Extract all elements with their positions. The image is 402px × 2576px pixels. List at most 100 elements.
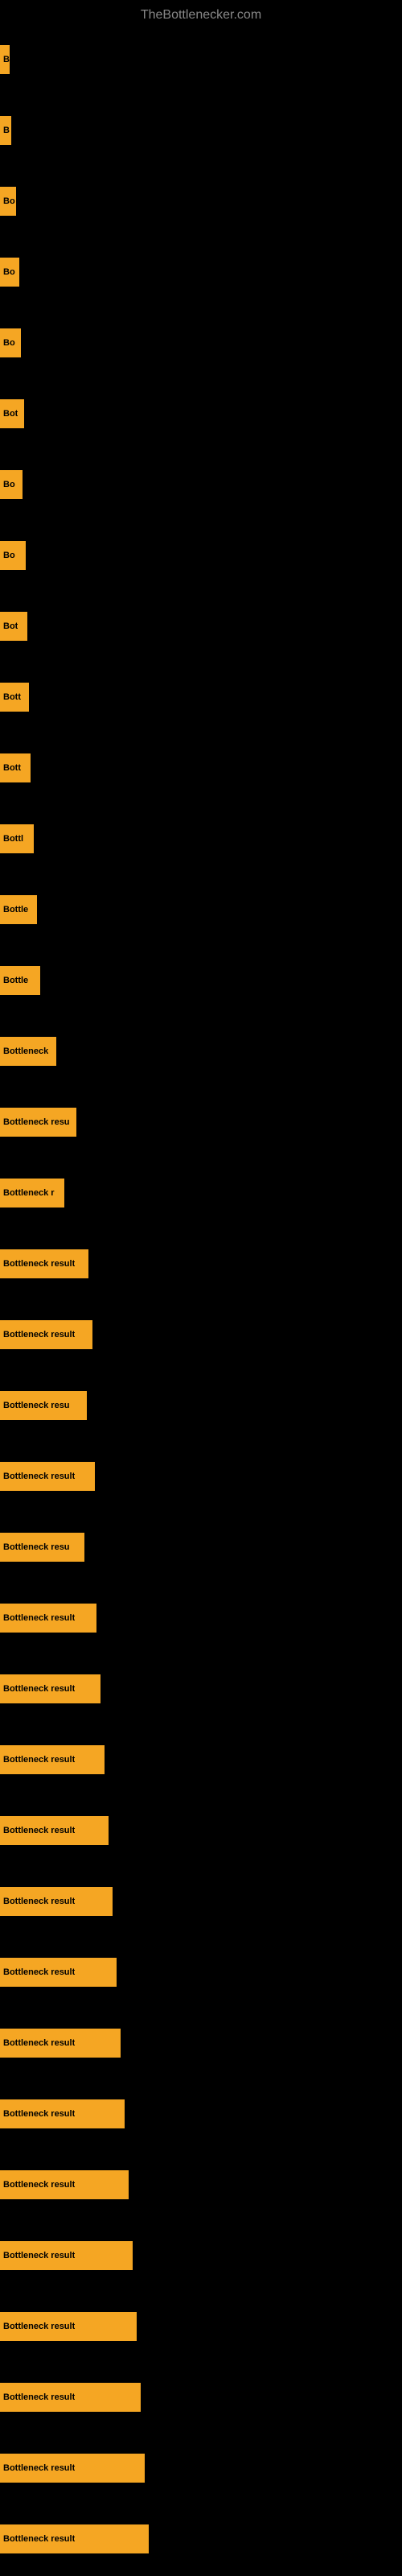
bar-label: Bottleneck result [3,2180,75,2190]
bar-label: Bottleneck result [3,1826,75,1835]
bar-label: Bottleneck result [3,2392,75,2402]
bar-item: Bott [0,683,29,712]
bar-row: Bottleneck result [0,1653,402,1724]
bar-item: Bottleneck r [0,1179,64,1208]
bar-label: Bottleneck resu [3,1117,70,1127]
bar-item: Bot [0,399,24,428]
bar-item: Bottleneck resu [0,1108,76,1137]
bar-row: Bottleneck result [0,2433,402,2504]
bar-label: Bottleneck result [3,1259,75,1269]
bar-row: Bottleneck result [0,2079,402,2149]
bar-row: Bo [0,308,402,378]
bar-row: Bottleneck result [0,1795,402,1866]
bar-row: Bottle [0,945,402,1016]
bar-label: B [3,55,10,64]
bar-item: Bo [0,541,26,570]
bar-item: Bottleneck result [0,1249,88,1278]
site-title: TheBottlenecker.com [0,2,402,26]
bar-item: B [0,45,10,74]
bar-row: B [0,95,402,166]
bar-row: Bo [0,449,402,520]
bar-row: Bottleneck result [0,1583,402,1653]
bar-row: Bottleneck result [0,2008,402,2079]
bars-container: B B Bo Bo Bo Bot Bo Bo Bot Bott Bott Bottl Bottle Bot… [0,24,402,2574]
bar-label: Bottleneck [3,1046,48,1056]
bar-item: Bottle [0,895,37,924]
bar-label: Bo [3,196,15,206]
bar-label: Bottleneck resu [3,1401,70,1410]
bar-item: Bottleneck result [0,2099,125,2128]
bar-label: Bottle [3,905,28,914]
bar-item: Bott [0,753,31,782]
bar-row: Bottleneck [0,1016,402,1087]
bar-label: Bottleneck result [3,1967,75,1977]
bar-label: Bottleneck result [3,2109,75,2119]
bar-item: Bottleneck result [0,1887,113,1916]
bar-row: Bottleneck resu [0,1087,402,1158]
bar-row: Bottleneck result [0,1866,402,1937]
bar-label: Bottleneck result [3,2534,75,2544]
bar-row: Bottleneck result [0,2504,402,2574]
bar-label: Bo [3,551,15,560]
bar-label: Bottleneck result [3,1613,75,1623]
bar-item: Bottle [0,966,40,995]
bar-item: B [0,116,11,145]
bar-row: Bot [0,591,402,662]
bar-item: Bottleneck resu [0,1391,87,1420]
bar-label: Bottleneck result [3,2463,75,2473]
bar-item: Bottl [0,824,34,853]
bar-label: Bottleneck result [3,1472,75,1481]
bar-row: Bottleneck result [0,2291,402,2362]
bar-row: Bottleneck result [0,1228,402,1299]
bar-item: Bottleneck result [0,1816,109,1845]
bar-item: Bottleneck [0,1037,56,1066]
bar-row: Bottleneck result [0,1937,402,2008]
bar-label: Bo [3,480,15,489]
bar-label: Bottleneck result [3,1684,75,1694]
bar-row: Bottleneck result [0,1724,402,1795]
bar-row: Bottleneck resu [0,1370,402,1441]
bar-label: Bottleneck resu [3,1542,70,1552]
bar-label: Bottleneck result [3,1755,75,1765]
bar-item: Bo [0,470,23,499]
bar-label: Bot [3,409,18,419]
bar-item: Bottleneck result [0,2170,129,2199]
bar-item: Bottleneck result [0,2383,141,2412]
bar-row: Bottleneck r [0,1158,402,1228]
bar-row: Bottleneck resu [0,1512,402,1583]
bar-item: Bo [0,328,21,357]
bar-label: Bottleneck result [3,1897,75,1906]
bar-label: Bottleneck r [3,1188,55,1198]
bar-label: Bottleneck result [3,1330,75,1340]
bar-label: Bottleneck result [3,2251,75,2260]
bar-row: Bottleneck result [0,2362,402,2433]
bar-item: Bottleneck result [0,1674,100,1703]
bar-row: Bottle [0,874,402,945]
bar-item: Bottleneck result [0,1462,95,1491]
bar-row: Bo [0,166,402,237]
bar-item: Bottleneck result [0,1604,96,1633]
bar-row: B [0,24,402,95]
bar-item: Bottleneck result [0,2029,121,2058]
bar-item: Bottleneck result [0,2312,137,2341]
bar-item: Bottleneck result [0,1320,92,1349]
bar-item: Bottleneck result [0,2454,145,2483]
bar-row: Bott [0,733,402,803]
bar-label: Bo [3,338,15,348]
bar-item: Bottleneck result [0,1958,117,1987]
bar-label: Bo [3,267,15,277]
bar-item: Bottleneck result [0,1745,105,1774]
bar-item: Bottleneck resu [0,1533,84,1562]
bar-row: Bottleneck result [0,2220,402,2291]
bar-row: Bottleneck result [0,1441,402,1512]
bar-label: Bottleneck result [3,2322,75,2331]
bar-item: Bot [0,612,27,641]
bar-row: Bo [0,520,402,591]
bar-label: Bottleneck result [3,2038,75,2048]
bar-row: Bottl [0,803,402,874]
bar-label: Bott [3,763,21,773]
bar-label: Bottle [3,976,28,985]
bar-item: Bottleneck result [0,2524,149,2553]
bar-label: Bot [3,621,18,631]
bar-item: Bo [0,187,16,216]
